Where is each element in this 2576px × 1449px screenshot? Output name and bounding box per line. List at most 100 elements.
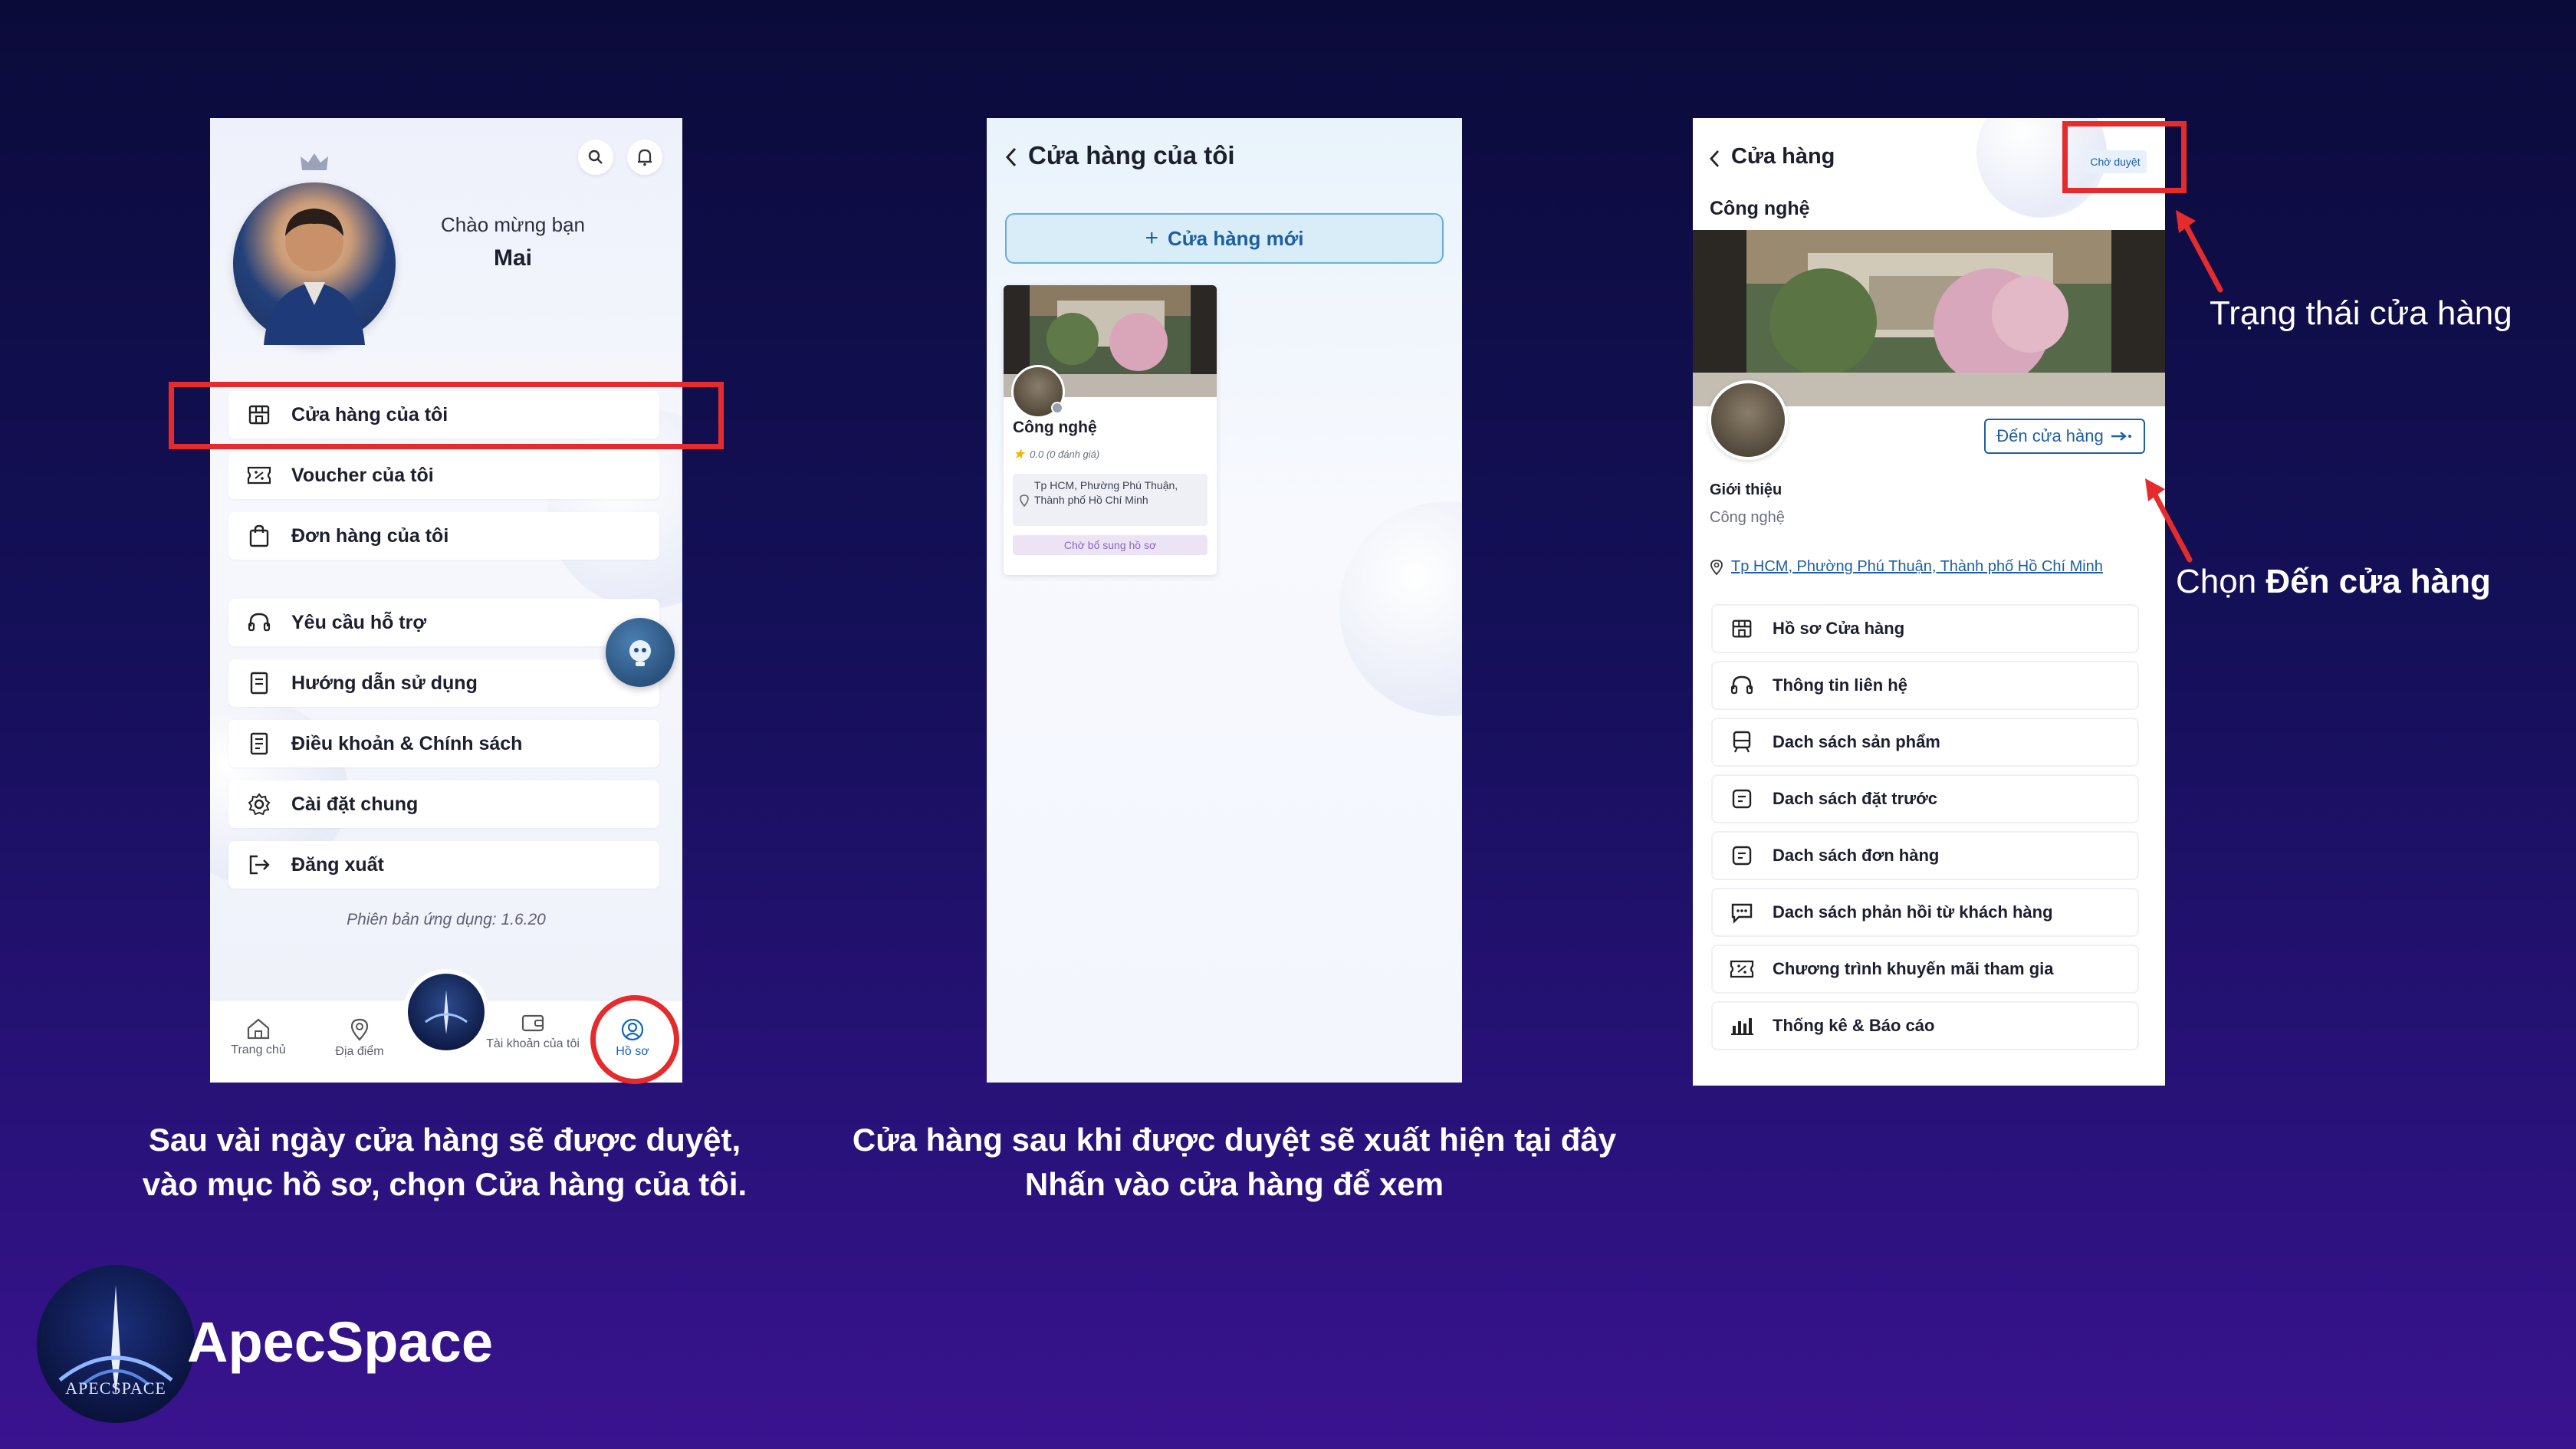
intro-label: Giới thiệu [1710,481,1783,498]
search-icon [588,150,603,164]
store-detail-screen: Cửa hàng Chờ duyệt Công nghệ Đến cửa hàn… [1693,118,2165,1086]
bell-icon [638,149,652,166]
list-item-products[interactable]: Dach sách sản phẩm [1711,718,2139,767]
chat-icon [1727,897,1757,928]
caption-line: Nhấn vào cửa hàng để xem [1024,1166,1444,1202]
intro-value: Công nghệ [1710,509,1785,526]
menu-item-settings[interactable]: Cài đặt chung [228,780,659,828]
arrow-up-left-icon [2176,210,2223,293]
list-item-preorders[interactable]: Dach sách đặt trước [1711,774,2139,823]
status-dot [1051,402,1063,414]
list-item-label: Dach sách đơn hàng [1773,846,1940,865]
voucher-icon [1727,954,1757,984]
search-button[interactable] [578,140,613,175]
star-icon: ★ [1013,446,1026,462]
caption-step-2: Cửa hàng sau khi được duyệt sẽ xuất hiện… [813,1118,1656,1207]
tab-location[interactable]: Địa điểm [317,1017,402,1059]
arrow-right-icon [2111,432,2131,441]
list-item-label: Dach sách đặt trước [1773,789,1937,808]
page-title: Cửa hàng của tôi [1028,141,1235,169]
go-to-store-button[interactable]: Đến cửa hàng [1984,419,2145,454]
location-icon [350,1018,369,1041]
menu-item-my-voucher[interactable]: Voucher của tôi [228,452,659,499]
username: Mai [493,245,532,271]
back-arrow-icon[interactable] [1004,146,1019,169]
store-name: Công nghệ [1013,419,1097,436]
tab-home[interactable]: Trang chủ [216,1017,301,1057]
store-icon [1727,613,1757,644]
go-to-store-label: Đến cửa hàng [1996,426,2104,445]
wallet-icon [521,1014,544,1032]
caption-step-1: Sau vài ngày cửa hàng sẽ được duyệt, vào… [100,1118,790,1207]
list-item-orders[interactable]: Dach sách đơn hàng [1711,831,2139,880]
headset-icon [244,607,274,638]
list-item-contact-info[interactable]: Thông tin liên hệ [1711,661,2139,710]
new-store-label: Cửa hàng mới [1168,226,1304,250]
list-item-label: Dach sách phản hồi từ khách hàng [1773,902,2053,922]
rocket-logo-icon [58,1285,173,1395]
tab-my-account[interactable]: Tài khoản của tôi [486,1011,580,1051]
product-icon [1727,727,1757,757]
apecspace-logo-icon [425,990,468,1034]
chart-icon [1727,1010,1757,1041]
location-icon [1020,495,1029,508]
voucher-icon [244,460,274,491]
list-item-statistics[interactable]: Thống kê & Báo cáo [1711,1001,2139,1050]
store-avatar [1708,380,1788,460]
menu-item-label: Voucher của tôi [291,464,434,486]
address-text: Tp HCM, Phường Phú Thuận, Thành phố Hồ C… [1731,558,2103,575]
arrow-up-left-icon [2145,478,2193,563]
list-item-feedback[interactable]: Dach sách phản hồi từ khách hàng [1711,888,2139,937]
list-item-promotions[interactable]: Chương trình khuyến mãi tham gia [1711,945,2139,994]
caption-line: vào mục hồ sơ, chọn Cửa hàng của tôi. [142,1166,748,1202]
tab-label: Tài khoản của tôi [486,1037,580,1050]
greeting-text: Chào mừng bạn [441,213,585,236]
my-stores-screen: Cửa hàng của tôi + Cửa hàng mới Công ngh… [987,118,1462,1083]
menu-item-terms[interactable]: Điều khoản & Chính sách [228,720,659,767]
profile-screen: Chào mừng bạn Mai Cửa hàng của tôi Vouch… [210,118,682,1083]
location-icon [1710,559,1723,575]
back-arrow-icon[interactable] [1708,149,1722,169]
new-store-button[interactable]: + Cửa hàng mới [1005,213,1444,264]
center-home-button[interactable] [403,969,489,1055]
logo-text: APECSPACE [65,1378,166,1398]
plus-icon: + [1145,225,1159,251]
annotation-store-status: Trạng thái cửa hàng [2210,294,2512,332]
highlight-profile-tab [590,995,679,1084]
notification-button[interactable] [627,140,662,175]
home-icon [247,1018,270,1040]
store-card[interactable]: Công nghệ ★ 0.0 (0 đánh giá) Tp HCM, Phư… [1004,285,1217,575]
menu-item-guide[interactable]: Hướng dẫn sử dụng [228,659,659,707]
tab-label: Trang chủ [231,1043,286,1056]
headset-icon [1727,670,1757,701]
brand-name: ApecSpace [187,1310,493,1374]
menu-item-label: Hướng dẫn sử dụng [291,672,478,694]
chatbot-button[interactable] [606,618,675,687]
highlight-my-store [169,382,724,449]
tab-label: Địa điểm [335,1045,384,1058]
list-item-label: Thông tin liên hệ [1773,675,1907,695]
menu-item-label: Điều khoản & Chính sách [291,732,523,754]
guide-icon [244,668,274,698]
logout-icon [244,849,274,880]
menu-item-label: Đăng xuất [291,853,384,876]
list-item-label: Thống kê & Báo cáo [1773,1016,1935,1035]
menu-item-my-orders[interactable]: Đơn hàng của tôi [228,512,659,560]
highlight-status-badge [2062,121,2187,193]
gear-icon [244,789,274,820]
store-cover-image [1693,230,2165,406]
store-name: Công nghệ [1710,198,1810,219]
annotation-choose-bold: Đến cửa hàng [2266,563,2491,600]
menu-item-logout[interactable]: Đăng xuất [228,841,659,889]
menu-item-support[interactable]: Yêu cầu hỗ trợ [228,599,659,646]
document-icon [244,728,274,759]
bag-icon [244,521,274,551]
list-icon [1727,840,1757,871]
avatar[interactable] [233,182,396,345]
brand-logo: APECSPACE [37,1265,195,1423]
caption-line: Sau vài ngày cửa hàng sẽ được duyệt, [148,1122,741,1158]
store-rating: 0.0 (0 đánh giá) [1030,449,1100,460]
address-link[interactable]: Tp HCM, Phường Phú Thuận, Thành phố Hồ C… [1710,558,2103,576]
list-item-label: Hồ sơ Cửa hàng [1773,619,1905,638]
list-item-store-profile[interactable]: Hồ sơ Cửa hàng [1711,604,2139,653]
